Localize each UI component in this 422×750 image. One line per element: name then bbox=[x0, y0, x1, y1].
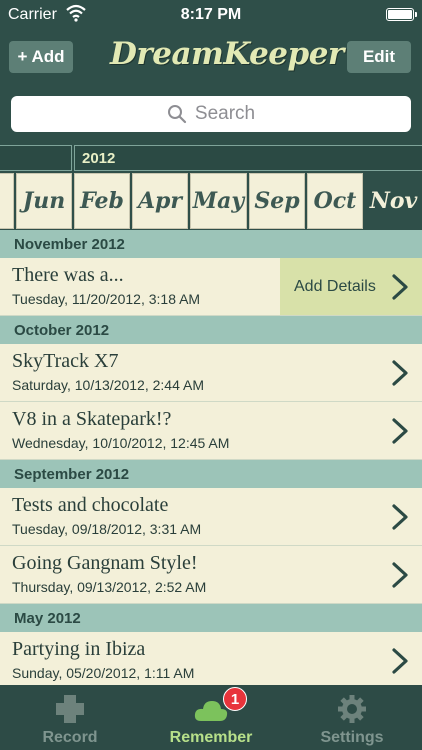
chevron-right-icon bbox=[392, 274, 408, 300]
tab-settings[interactable]: Settings bbox=[282, 685, 422, 750]
tab-remember[interactable]: 1 Remember bbox=[141, 685, 281, 750]
dream-title: Partying in Ibiza bbox=[12, 638, 146, 660]
list-item[interactable]: V8 in a Skatepark!? Wednesday, 10/10/201… bbox=[0, 402, 422, 460]
tab-label: Remember bbox=[169, 729, 253, 746]
month-tab[interactable]: y bbox=[0, 173, 14, 229]
chevron-right-icon bbox=[392, 418, 408, 444]
battery-icon bbox=[386, 8, 417, 21]
notification-badge: 1 bbox=[223, 687, 247, 711]
chevron-right-icon bbox=[392, 562, 408, 588]
tab-bar: Record 1 Remember Settings bbox=[0, 685, 422, 750]
section-header: November 2012 bbox=[0, 230, 422, 258]
navigation-bar: Carrier 8:17 PM + Add DreamKeeper Edit bbox=[0, 0, 422, 86]
section-header: October 2012 bbox=[0, 316, 422, 344]
search-placeholder: Search bbox=[194, 103, 256, 124]
dream-title: There was a... bbox=[12, 264, 124, 286]
search-container: Search bbox=[0, 86, 422, 144]
month-tab-oct[interactable]: Oct bbox=[307, 173, 363, 229]
month-tab-nov[interactable]: Nov bbox=[365, 173, 422, 229]
chevron-right-icon bbox=[392, 360, 408, 386]
list-item[interactable]: There was a... Tuesday, 11/20/2012, 3:18… bbox=[0, 258, 422, 316]
month-tab-jun[interactable]: Jun bbox=[16, 173, 72, 229]
edit-button[interactable]: Edit bbox=[347, 41, 411, 73]
section-header: May 2012 bbox=[0, 604, 422, 632]
gear-icon bbox=[338, 695, 366, 723]
add-details-label: Add Details bbox=[294, 278, 376, 295]
chevron-right-icon bbox=[392, 504, 408, 530]
add-details-button[interactable]: Add Details bbox=[280, 258, 422, 315]
list-item[interactable]: Going Gangnam Style! Thursday, 09/13/201… bbox=[0, 546, 422, 604]
dream-date: Thursday, 09/13/2012, 2:52 AM bbox=[12, 579, 207, 595]
dream-date: Wednesday, 10/10/2012, 12:45 AM bbox=[12, 435, 230, 451]
list-item[interactable]: SkyTrack X7 Saturday, 10/13/2012, 2:44 A… bbox=[0, 344, 422, 402]
month-tab-sep[interactable]: Sep bbox=[249, 173, 305, 229]
chevron-right-icon bbox=[392, 648, 408, 674]
tab-record[interactable]: Record bbox=[0, 685, 140, 750]
dream-date: Tuesday, 11/20/2012, 3:18 AM bbox=[12, 291, 201, 307]
month-tab-apr[interactable]: Apr bbox=[132, 173, 188, 229]
search-icon bbox=[167, 105, 186, 124]
dream-title: SkyTrack X7 bbox=[12, 350, 119, 372]
year-cell-2012[interactable]: 2012 bbox=[74, 145, 422, 171]
dream-date: Tuesday, 09/18/2012, 3:31 AM bbox=[12, 521, 202, 537]
section-header: September 2012 bbox=[0, 460, 422, 488]
search-input[interactable]: Search bbox=[11, 96, 411, 132]
dream-title: Going Gangnam Style! bbox=[12, 552, 198, 574]
month-tab-may[interactable]: May bbox=[190, 173, 247, 229]
add-button[interactable]: + Add bbox=[9, 41, 73, 73]
plus-cross-icon bbox=[56, 695, 84, 723]
tab-label: Record bbox=[42, 729, 98, 746]
dream-title: V8 in a Skatepark!? bbox=[12, 408, 172, 430]
year-bar: 2012 bbox=[0, 144, 422, 172]
dream-date: Saturday, 10/13/2012, 2:44 AM bbox=[12, 377, 204, 393]
dream-list[interactable]: November 2012 There was a... Tuesday, 11… bbox=[0, 230, 422, 685]
clock: 8:17 PM bbox=[180, 6, 242, 23]
status-bar: Carrier 8:17 PM bbox=[0, 0, 422, 30]
list-item[interactable]: Partying in Ibiza Sunday, 05/20/2012, 1:… bbox=[0, 632, 422, 685]
month-scroller[interactable]: y Jun Feb Apr May Sep Oct Nov bbox=[0, 172, 422, 230]
list-item[interactable]: Tests and chocolate Tuesday, 09/18/2012,… bbox=[0, 488, 422, 546]
dream-date: Sunday, 05/20/2012, 1:11 AM bbox=[12, 665, 195, 681]
month-tab-feb[interactable]: Feb bbox=[74, 173, 130, 229]
tab-label: Settings bbox=[320, 729, 384, 746]
year-cell-previous[interactable] bbox=[0, 145, 72, 171]
dream-title: Tests and chocolate bbox=[12, 494, 169, 516]
app-logo: DreamKeeper bbox=[110, 36, 344, 72]
